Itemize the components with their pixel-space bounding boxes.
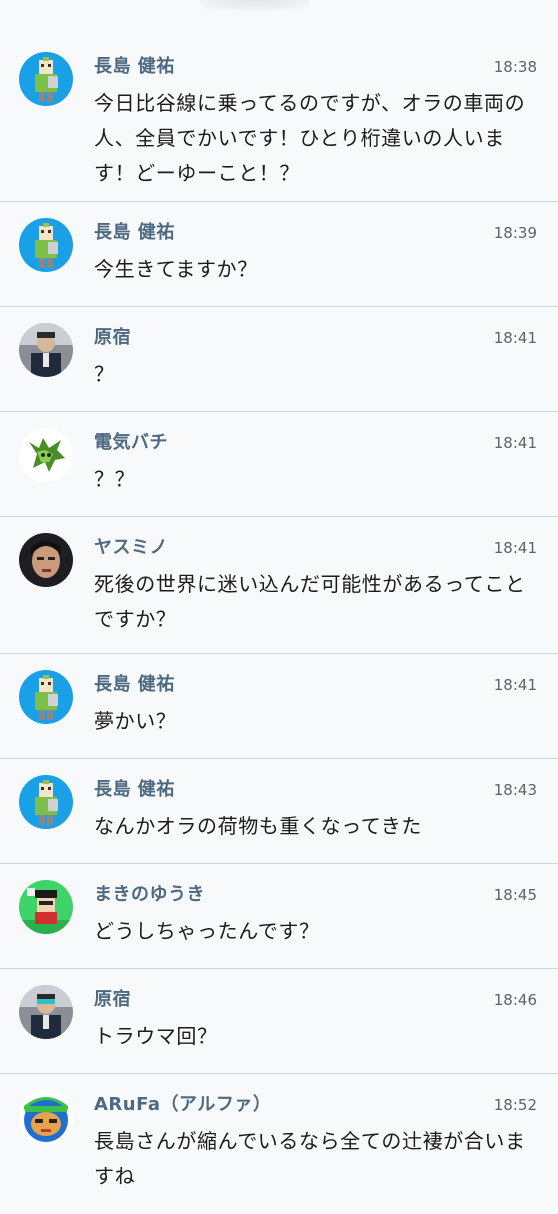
message-time: 18:52 xyxy=(493,1096,537,1114)
sender-name[interactable]: 原宿 xyxy=(94,323,131,349)
sender-name[interactable]: 長島 健祐 xyxy=(94,775,175,801)
sender-name[interactable]: ヤスミノ xyxy=(94,533,168,559)
message-item[interactable]: ヤスミノ 18:41 死後の世界に迷い込んだ可能性があるってことですか？ xyxy=(0,517,558,654)
message-text: 今日比谷線に乗ってるのですが、オラの車両の人、全員でかいです！ひとり桁違いの人い… xyxy=(94,91,526,185)
message-item[interactable]: 長島 健祐 18:39 今生きてますか？ xyxy=(0,202,558,307)
message-text: どうしちゃったんです？ xyxy=(94,919,320,943)
message-item[interactable]: 長島 健祐 18:38 今日比谷線に乗ってるのですが、オラの車両の人、全員でかい… xyxy=(0,36,558,202)
message-time: 18:39 xyxy=(493,224,537,242)
sender-name[interactable]: 長島 健祐 xyxy=(94,218,175,244)
photo-police-avatar[interactable] xyxy=(19,985,73,1039)
pixel-boy-avatar[interactable] xyxy=(19,218,73,272)
message-item[interactable]: ARuFa（アルファ） 18:52 長島さんが縮んでいるなら全ての辻褄が合います… xyxy=(0,1074,558,1214)
message-time: 18:46 xyxy=(493,991,537,1009)
green-creature-avatar[interactable] xyxy=(19,428,73,482)
message-item[interactable]: 長島 健祐 18:43 なんかオラの荷物も重くなってきた xyxy=(0,759,558,864)
sender-name[interactable]: 長島 健祐 xyxy=(94,670,175,696)
message-text: ？？ xyxy=(94,467,136,491)
message-text: なんかオラの荷物も重くなってきた xyxy=(94,814,422,838)
sender-name[interactable]: 原宿 xyxy=(94,985,131,1011)
message-time: 18:38 xyxy=(493,58,537,76)
blue-cap-avatar[interactable] xyxy=(19,1090,73,1144)
message-text: 死後の世界に迷い込んだ可能性があるってことですか？ xyxy=(94,572,526,631)
message-list[interactable]: 長島 健祐 18:38 今日比谷線に乗ってるのですが、オラの車両の人、全員でかい… xyxy=(0,36,558,1214)
message-item[interactable]: 原宿 18:41 ？ xyxy=(0,307,558,412)
message-text: トラウマ回？ xyxy=(94,1024,218,1048)
message-text: 今生きてますか？ xyxy=(94,257,258,281)
message-time: 18:41 xyxy=(493,676,537,694)
pixel-boy-avatar[interactable] xyxy=(19,670,73,724)
message-time: 18:45 xyxy=(493,886,537,904)
top-scroll-shadow xyxy=(200,0,310,10)
sender-name[interactable]: ARuFa（アルファ） xyxy=(94,1090,271,1116)
pixel-green-avatar[interactable] xyxy=(19,880,73,934)
message-time: 18:41 xyxy=(493,329,537,347)
message-time: 18:43 xyxy=(493,781,537,799)
sender-name[interactable]: 長島 健祐 xyxy=(94,52,175,78)
message-text: ？ xyxy=(94,362,115,386)
sender-name[interactable]: 電気バチ xyxy=(94,428,168,454)
message-time: 18:41 xyxy=(493,434,537,452)
pixel-boy-avatar[interactable] xyxy=(19,52,73,106)
pixel-boy-avatar[interactable] xyxy=(19,775,73,829)
message-item[interactable]: まきのゆうき 18:45 どうしちゃったんです？ xyxy=(0,864,558,969)
message-text: 長島さんが縮んでいるなら全ての辻褄が合いますね xyxy=(94,1129,526,1188)
message-time: 18:41 xyxy=(493,539,537,557)
photo-police-avatar[interactable] xyxy=(19,323,73,377)
sender-name[interactable]: まきのゆうき xyxy=(94,880,205,906)
message-item[interactable]: 長島 健祐 18:41 夢かい？ xyxy=(0,654,558,759)
message-text: 夢かい？ xyxy=(94,709,177,733)
message-item[interactable]: 原宿 18:46 トラウマ回？ xyxy=(0,969,558,1074)
message-item[interactable]: 電気バチ 18:41 ？？ xyxy=(0,412,558,517)
photo-man-avatar[interactable] xyxy=(19,533,73,587)
